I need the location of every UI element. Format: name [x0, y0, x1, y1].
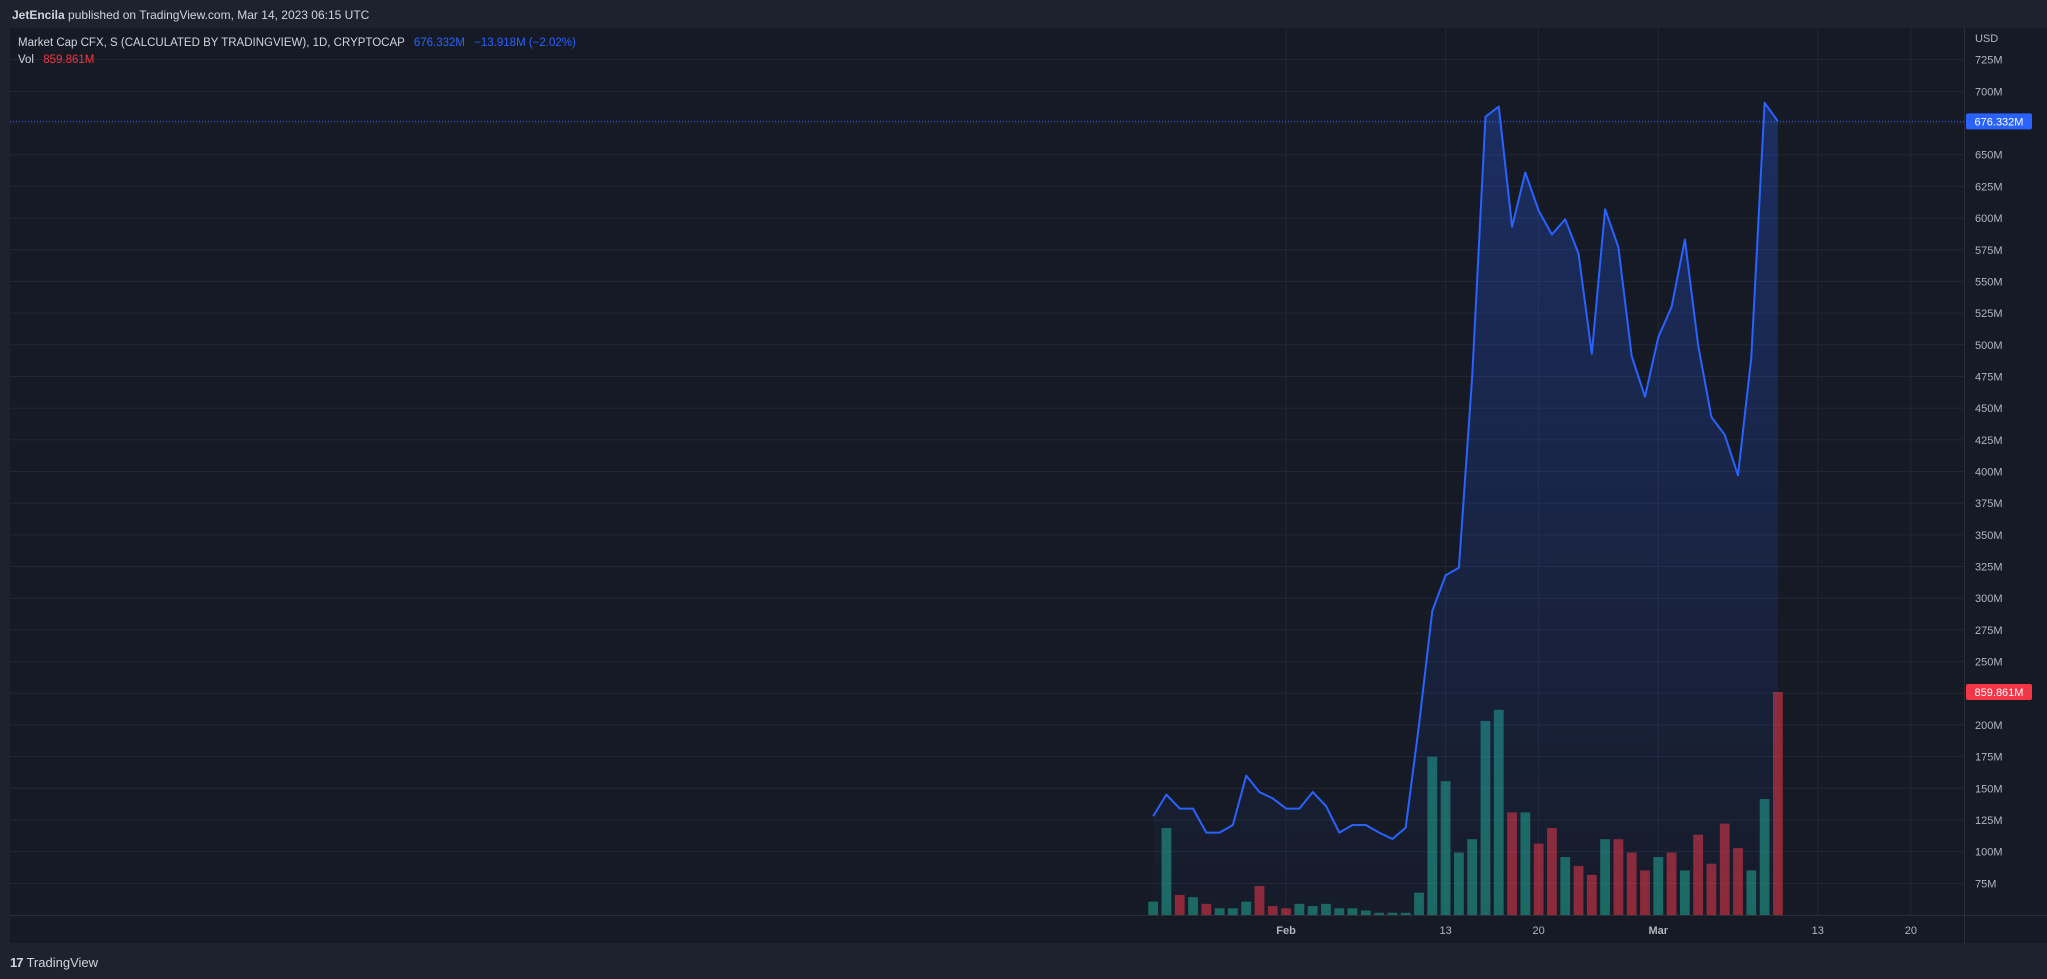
y-tick-label: 475M	[1975, 371, 2003, 383]
publish-info: JetEncila published on TradingView.com, …	[12, 8, 369, 22]
legend-volume-row[interactable]: Vol 859.861M	[18, 52, 576, 69]
x-tick-label: 20	[1905, 925, 1917, 937]
y-tick-label: 625M	[1975, 181, 2003, 193]
tradingview-logo[interactable]: 17 TradingView	[10, 955, 98, 970]
market-cap-area	[1153, 102, 1778, 915]
x-tick-label: Feb	[1276, 925, 1296, 937]
y-tick-label: 650M	[1975, 150, 2003, 162]
published-text: published on TradingView.com, Mar 14, 20…	[68, 8, 370, 22]
y-tick-label: 250M	[1975, 657, 2003, 669]
x-tick-label: 13	[1812, 925, 1824, 937]
top-bar: JetEncila published on TradingView.com, …	[0, 0, 2047, 28]
y-tick-label: 300M	[1975, 593, 2003, 605]
volume-label: Vol	[18, 54, 34, 66]
y-tick-label: 325M	[1975, 562, 2003, 574]
price-change: −13.918M (−2.02%)	[474, 37, 576, 49]
y-tick-label: 550M	[1975, 276, 2003, 288]
y-tick-label: 375M	[1975, 498, 2003, 510]
footer: 17 TradingView	[0, 943, 2047, 979]
axis-corner	[1965, 915, 2047, 944]
y-tick-label: 450M	[1975, 403, 2003, 415]
price-axis[interactable]: 75M 100M 125M 150M 175M 200M 250M 275M 300M 325M 3…	[1964, 28, 2047, 943]
x-tick-label: 13	[1439, 925, 1451, 937]
tradingview-brand: TradingView	[26, 955, 99, 970]
author-name[interactable]: JetEncila	[12, 8, 65, 22]
y-tick-label: 525M	[1975, 308, 2003, 320]
y-tick-label: 400M	[1975, 467, 2003, 479]
chart-legend: Market Cap CFX, S (CALCULATED BY TRADING…	[18, 35, 576, 69]
y-tick-label: 275M	[1975, 625, 2003, 637]
last-volume-badge-label: 859.861M	[1975, 687, 2024, 699]
x-tick-label: 20	[1533, 925, 1545, 937]
y-tick-label: 150M	[1975, 783, 2003, 795]
y-tick-label: 175M	[1975, 752, 2003, 764]
time-axis-svg: Feb 13 20 Mar 13 20	[1276, 925, 1917, 937]
y-tick-label: 600M	[1975, 213, 2003, 225]
y-tick-label: 200M	[1975, 720, 2003, 732]
y-tick-label: 125M	[1975, 815, 2003, 827]
x-tick-label: Mar	[1648, 925, 1668, 937]
y-tick-label: 350M	[1975, 530, 2003, 542]
y-tick-label: 75M	[1975, 878, 1996, 890]
price-axis-svg: 75M 100M 125M 150M 175M 200M 250M 275M 300M 325M 3…	[1966, 33, 2032, 890]
chart-svg[interactable]	[10, 28, 1964, 915]
y-tick-label: 425M	[1975, 435, 2003, 447]
currency-label: USD	[1975, 33, 1998, 45]
volume-value: 859.861M	[43, 54, 95, 66]
tradingview-logo-icon: 17	[10, 955, 24, 970]
y-tick-label: 100M	[1975, 847, 2003, 859]
y-tick-label: 700M	[1975, 86, 2003, 98]
legend-main-row[interactable]: Market Cap CFX, S (CALCULATED BY TRADING…	[18, 35, 576, 52]
y-tick-label: 500M	[1975, 340, 2003, 352]
last-price-badge-label: 676.332M	[1975, 116, 2024, 128]
chart-plot-area[interactable]	[10, 28, 1964, 943]
y-tick-label: 725M	[1975, 55, 2003, 67]
series-title: Market Cap CFX, S (CALCULATED BY TRADING…	[18, 37, 405, 49]
time-axis[interactable]: Feb 13 20 Mar 13 20	[10, 915, 1964, 944]
last-value: 676.332M	[413, 37, 465, 49]
y-tick-label: 575M	[1975, 245, 2003, 257]
